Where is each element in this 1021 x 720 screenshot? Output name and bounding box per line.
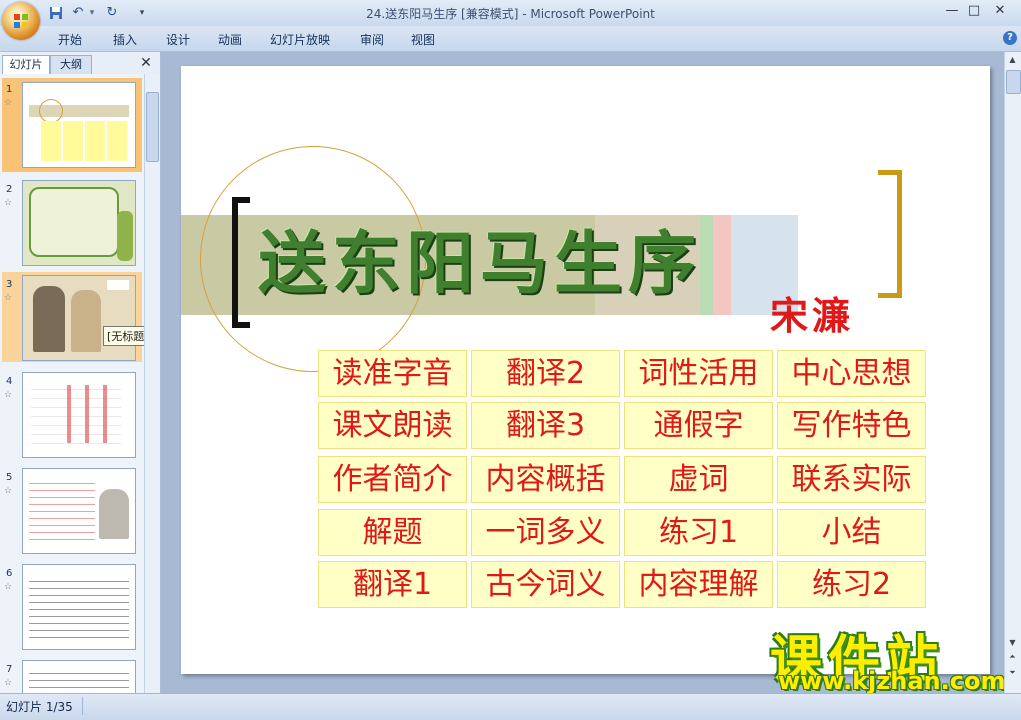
nav-button-translation-1[interactable]: 翻译1 [318,561,467,608]
tab-outline[interactable]: 大纲 [50,55,92,74]
tab-slides[interactable]: 幻灯片 [2,55,50,74]
thumbnail-scrollbar-thumb[interactable] [146,92,159,162]
close-button[interactable]: ✕ [992,4,1008,20]
nav-button-content-summary[interactable]: 内容概括 [471,456,620,503]
nav-button-exercise-2[interactable]: 练习2 [777,561,926,608]
slide-number: 5 [6,472,13,483]
nav-button-central-idea[interactable]: 中心思想 [777,350,926,397]
tab-view[interactable]: 视图 [411,31,435,48]
slide-scrollbar[interactable] [1004,52,1021,693]
tab-review[interactable]: 审阅 [360,31,384,48]
nav-button-translation-3[interactable]: 翻译3 [471,402,620,449]
right-bracket [878,170,902,298]
nav-button-exercise-1[interactable]: 练习1 [624,509,773,556]
slide-position-status: 幻灯片 1/35 [6,700,73,714]
nav-button-ancient-modern-words[interactable]: 古今词义 [471,561,620,608]
slide-title: 送东阳马生序 [258,224,703,304]
scroll-up-icon[interactable]: ▲ [1005,55,1020,64]
slide-thumbnail-7[interactable] [22,660,136,695]
tab-home[interactable]: 开始 [58,31,82,48]
tab-animations[interactable]: 动画 [218,31,242,48]
tab-design[interactable]: 设计 [166,31,190,48]
status-divider [82,697,83,715]
watermark-url: www.kjzhan.com [778,667,1006,695]
slide-thumbnail-2[interactable] [22,180,136,266]
tab-slideshow[interactable]: 幻灯片放映 [270,31,330,48]
nav-button-comprehension[interactable]: 内容理解 [624,561,773,608]
thumbnail-scrollbar[interactable] [144,74,160,693]
nav-button-translation-2[interactable]: 翻译2 [471,350,620,397]
slide-number: 4 [6,376,13,387]
slide-thumbnail-3[interactable] [22,275,136,361]
nav-button-writing-features[interactable]: 写作特色 [777,402,926,449]
nav-button-reading[interactable]: 课文朗读 [318,402,467,449]
slide-number: 7 [6,664,13,675]
tab-insert[interactable]: 插入 [113,31,137,48]
slide-number: 1 [6,84,13,95]
previous-slide-icon[interactable]: ⏶ [1005,652,1020,662]
slide-thumbnail-6[interactable] [22,564,136,650]
left-bracket [232,197,250,328]
animation-star-icon: ☆ [4,486,13,496]
nav-button-author-intro[interactable]: 作者简介 [318,456,467,503]
status-bar [0,693,1021,720]
close-panel-icon[interactable]: ✕ [138,55,154,71]
slide-number: 2 [6,184,13,195]
slide-scrollbar-thumb[interactable] [1006,70,1021,94]
nav-button-title-explanation[interactable]: 解题 [318,509,467,556]
help-icon[interactable]: ? [1003,31,1017,45]
nav-button-real-life[interactable]: 联系实际 [777,456,926,503]
animation-star-icon: ☆ [4,582,13,592]
animation-star-icon: ☆ [4,390,13,400]
slide-thumbnail-4[interactable] [22,372,136,458]
office-button[interactable] [2,2,40,40]
maximize-button[interactable]: □ [966,4,982,20]
nav-button-word-class[interactable]: 词性活用 [624,350,773,397]
animation-star-icon: ☆ [4,293,13,303]
animation-star-icon: ☆ [4,678,13,688]
slide-number: 6 [6,568,13,579]
next-slide-icon[interactable]: ⏷ [1005,668,1020,678]
slide-author: 宋濂 [770,293,855,338]
nav-button-interchangeable-chars[interactable]: 通假字 [624,402,773,449]
scroll-down-icon[interactable]: ▼ [1005,638,1020,647]
nav-button-pronunciation[interactable]: 读准字音 [318,350,467,397]
minimize-button[interactable]: — [944,4,960,20]
slide-number: 3 [6,279,13,290]
office-logo-icon [14,14,28,28]
slide-thumbnail-5[interactable] [22,468,136,554]
ribbon-tab-bar [0,26,1021,52]
animation-star-icon: ☆ [4,198,13,208]
animation-star-icon: ☆ [4,98,13,108]
nav-button-summary[interactable]: 小结 [777,509,926,556]
window-title: 24.送东阳马生序 [兼容模式] - Microsoft PowerPoint [366,7,655,21]
nav-button-polysemy[interactable]: 一词多义 [471,509,620,556]
nav-button-function-words[interactable]: 虚词 [624,456,773,503]
slide-thumbnail-1[interactable] [22,82,136,168]
